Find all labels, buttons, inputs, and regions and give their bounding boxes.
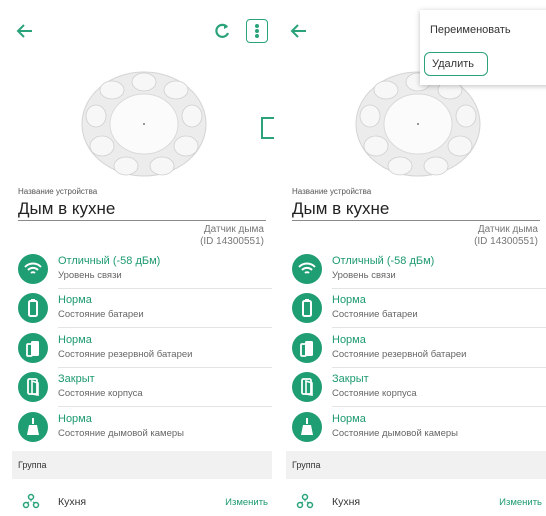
device-type-name: Датчик дыма bbox=[477, 224, 538, 235]
group-edit-link[interactable]: Изменить bbox=[225, 497, 268, 508]
status-subtitle: Состояние корпуса bbox=[332, 388, 417, 399]
status-row-backup-battery: Норма Состояние резервной батареи bbox=[292, 331, 546, 368]
divider bbox=[58, 406, 272, 407]
group-header-label: Группа bbox=[292, 460, 321, 470]
menu-item-rename[interactable]: Переименовать bbox=[430, 24, 511, 36]
back-arrow-icon[interactable] bbox=[14, 20, 36, 42]
group-name: Кухня bbox=[58, 496, 87, 508]
menu-item-delete[interactable]: Удалить bbox=[424, 52, 488, 76]
device-id: (ID 14300551) bbox=[200, 236, 264, 247]
device-name-field[interactable]: Дым в кухне bbox=[18, 199, 115, 219]
divider bbox=[332, 327, 546, 328]
wifi-icon bbox=[292, 254, 322, 284]
top-bar bbox=[0, 0, 272, 60]
smoke-chamber-icon bbox=[292, 412, 322, 442]
divider bbox=[332, 406, 546, 407]
status-title: Закрыт bbox=[332, 373, 369, 385]
group-edit-link[interactable]: Изменить bbox=[499, 497, 542, 508]
status-row-casing: Закрыт Состояние корпуса bbox=[292, 370, 546, 407]
backup-battery-icon bbox=[18, 333, 48, 363]
group-header-label: Группа bbox=[18, 460, 47, 470]
device-type-name: Датчик дыма bbox=[203, 224, 264, 235]
status-row-signal: Отличный (-58 дБм) Уровень связи bbox=[18, 252, 272, 289]
divider bbox=[58, 367, 272, 368]
group-name: Кухня bbox=[332, 496, 361, 508]
divider bbox=[332, 288, 546, 289]
status-subtitle: Состояние корпуса bbox=[58, 388, 143, 399]
status-title: Норма bbox=[332, 413, 366, 425]
battery-icon bbox=[292, 293, 322, 323]
status-row-casing: Закрыт Состояние корпуса bbox=[18, 370, 272, 407]
status-title: Норма bbox=[58, 294, 92, 306]
status-subtitle: Состояние батареи bbox=[58, 309, 144, 320]
divider bbox=[58, 288, 272, 289]
status-subtitle: Состояние дымовой камеры bbox=[332, 428, 458, 439]
casing-icon bbox=[18, 372, 48, 402]
status-subtitle: Состояние резервной батареи bbox=[332, 349, 467, 360]
status-subtitle: Состояние дымовой камеры bbox=[58, 428, 184, 439]
name-underline bbox=[18, 220, 266, 221]
device-type: Датчик дыма (ID 14300551) bbox=[200, 224, 264, 248]
backup-battery-icon bbox=[292, 333, 322, 363]
status-row-battery: Норма Состояние батареи bbox=[18, 291, 272, 328]
status-row-signal: Отличный (-58 дБм) Уровень связи bbox=[292, 252, 546, 289]
device-id: (ID 14300551) bbox=[474, 236, 538, 247]
name-underline bbox=[292, 220, 540, 221]
divider bbox=[332, 367, 546, 368]
group-row: Кухня Изменить bbox=[292, 490, 546, 512]
more-menu-button[interactable] bbox=[246, 19, 268, 43]
casing-icon bbox=[292, 372, 322, 402]
overflow-menu: Переименовать Удалить bbox=[420, 10, 546, 85]
smoke-detector-image bbox=[355, 71, 481, 177]
status-title: Закрыт bbox=[58, 373, 95, 385]
status-subtitle: Состояние батареи bbox=[332, 309, 418, 320]
back-arrow-icon[interactable] bbox=[288, 20, 310, 42]
refresh-icon[interactable] bbox=[212, 20, 232, 42]
status-row-battery: Норма Состояние батареи bbox=[292, 291, 546, 328]
device-screen-before: Название устройства Дым в кухне Датчик д… bbox=[0, 0, 272, 516]
status-row-smoke-chamber: Норма Состояние дымовой камеры bbox=[18, 410, 272, 446]
status-title: Норма bbox=[332, 334, 366, 346]
group-section-header: Группа bbox=[286, 451, 546, 479]
status-title: Отличный (-58 дБм) bbox=[332, 255, 435, 267]
group-section-header: Группа bbox=[12, 451, 272, 479]
device-name-label: Название устройства bbox=[18, 187, 98, 196]
status-title: Отличный (-58 дБм) bbox=[58, 255, 161, 267]
group-icon bbox=[296, 493, 314, 509]
status-row-smoke-chamber: Норма Состояние дымовой камеры bbox=[292, 410, 546, 446]
wifi-icon bbox=[18, 254, 48, 284]
status-subtitle: Уровень связи bbox=[332, 270, 396, 281]
group-icon bbox=[22, 493, 40, 509]
device-name-label: Название устройства bbox=[292, 187, 372, 196]
status-subtitle: Уровень связи bbox=[58, 270, 122, 281]
device-name-field[interactable]: Дым в кухне bbox=[292, 199, 389, 219]
smoke-detector-image bbox=[81, 71, 207, 177]
device-type: Датчик дыма (ID 14300551) bbox=[474, 224, 538, 248]
status-subtitle: Состояние резервной батареи bbox=[58, 349, 193, 360]
status-title: Норма bbox=[332, 294, 366, 306]
status-title: Норма bbox=[58, 334, 92, 346]
group-row: Кухня Изменить bbox=[18, 490, 272, 512]
divider bbox=[58, 327, 272, 328]
status-title: Норма bbox=[58, 413, 92, 425]
menu-item-delete-label: Удалить bbox=[432, 58, 474, 70]
status-row-backup-battery: Норма Состояние резервной батареи bbox=[18, 331, 272, 368]
battery-icon bbox=[18, 293, 48, 323]
smoke-chamber-icon bbox=[18, 412, 48, 442]
